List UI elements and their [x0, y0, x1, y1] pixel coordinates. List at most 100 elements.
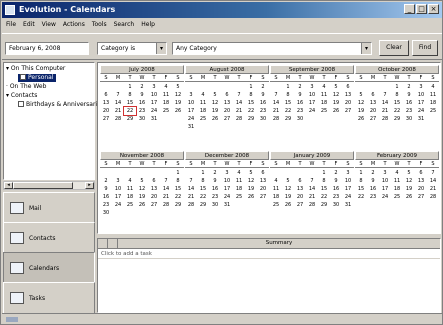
day-cell[interactable]: 22 [318, 193, 330, 201]
day-cell[interactable]: 24 [415, 107, 427, 115]
day-cell[interactable]: 11 [160, 91, 172, 99]
day-cell[interactable]: 20 [367, 107, 379, 115]
day-cell[interactable]: 13 [148, 185, 160, 193]
day-cell[interactable]: 14 [306, 185, 318, 193]
day-cell[interactable]: 20 [100, 107, 112, 115]
day-cell[interactable]: 8 [355, 177, 367, 185]
day-cell[interactable]: 29 [318, 201, 330, 209]
scroll-right-icon[interactable]: ▸ [85, 182, 94, 189]
day-cell[interactable]: 6 [367, 91, 379, 99]
day-cell[interactable]: 2 [330, 169, 342, 177]
day-cell[interactable]: 30 [330, 201, 342, 209]
day-cell[interactable]: 5 [136, 177, 148, 185]
day-cell[interactable]: 26 [282, 201, 294, 209]
day-cell[interactable]: 19 [282, 193, 294, 201]
day-cell[interactable]: 29 [124, 115, 136, 123]
day-cell[interactable]: 8 [245, 91, 257, 99]
day-cell[interactable]: 4 [160, 83, 172, 91]
task-column-summary[interactable]: Summary [118, 239, 440, 248]
day-cell[interactable]: 12 [136, 185, 148, 193]
day-cell[interactable]: 21 [160, 193, 172, 201]
day-cell[interactable]: 8 [282, 91, 294, 99]
day-cell[interactable]: 25 [233, 193, 245, 201]
day-cell[interactable]: 24 [112, 201, 124, 209]
day-cell[interactable]: 3 [342, 169, 354, 177]
day-cell[interactable]: 17 [112, 193, 124, 201]
day-cell[interactable]: 3 [221, 169, 233, 177]
day-cell[interactable]: 23 [209, 193, 221, 201]
day-cell[interactable]: 1 [355, 169, 367, 177]
day-cell[interactable]: 8 [318, 177, 330, 185]
day-cell[interactable]: 16 [257, 99, 269, 107]
day-cell[interactable]: 4 [233, 169, 245, 177]
day-cell[interactable]: 6 [100, 91, 112, 99]
day-cell[interactable]: 3 [379, 169, 391, 177]
day-cell[interactable]: 9 [330, 177, 342, 185]
day-cell[interactable]: 26 [136, 201, 148, 209]
day-cell[interactable]: 30 [403, 115, 415, 123]
day-cell[interactable]: 7 [427, 169, 439, 177]
day-cell[interactable]: 9 [136, 91, 148, 99]
day-cell[interactable]: 14 [233, 99, 245, 107]
day-cell[interactable]: 16 [100, 193, 112, 201]
minimize-button[interactable]: _ [404, 4, 415, 14]
day-cell[interactable]: 6 [257, 169, 269, 177]
clear-button[interactable]: Clear [379, 40, 409, 56]
day-cell[interactable]: 30 [136, 115, 148, 123]
day-cell[interactable]: 15 [282, 99, 294, 107]
day-cell[interactable]: 29 [197, 201, 209, 209]
day-cell[interactable]: 20 [342, 99, 354, 107]
day-cell[interactable]: 19 [330, 99, 342, 107]
day-cell[interactable]: 19 [136, 193, 148, 201]
menu-search[interactable]: Search [114, 19, 135, 30]
menu-edit[interactable]: Edit [23, 19, 35, 30]
day-cell[interactable]: 25 [270, 201, 282, 209]
day-cell[interactable]: 16 [209, 185, 221, 193]
day-cell[interactable]: 1 [318, 169, 330, 177]
day-cell[interactable]: 23 [100, 201, 112, 209]
day-cell[interactable]: 6 [294, 177, 306, 185]
day-cell[interactable]: 8 [391, 91, 403, 99]
day-cell[interactable]: 26 [330, 107, 342, 115]
day-cell[interactable]: 2 [367, 169, 379, 177]
day-cell[interactable]: 10 [112, 185, 124, 193]
day-cell[interactable]: 29 [245, 115, 257, 123]
day-cell[interactable]: 14 [185, 185, 197, 193]
day-cell[interactable]: 25 [124, 201, 136, 209]
day-cell[interactable]: 26 [403, 193, 415, 201]
day-cell[interactable]: 27 [294, 201, 306, 209]
day-cell[interactable]: 6 [148, 177, 160, 185]
day-cell[interactable]: 10 [306, 91, 318, 99]
day-cell[interactable]: 7 [112, 91, 124, 99]
day-cell[interactable]: 11 [270, 185, 282, 193]
day-cell[interactable]: 7 [306, 177, 318, 185]
day-cell[interactable]: 15 [172, 185, 184, 193]
menu-file[interactable]: File [6, 19, 16, 30]
day-cell[interactable]: 29 [391, 115, 403, 123]
day-cell[interactable]: 16 [294, 99, 306, 107]
nav-mail-button[interactable]: Mail [3, 192, 95, 224]
day-cell[interactable]: 15 [124, 99, 136, 107]
day-cell[interactable]: 8 [172, 177, 184, 185]
day-cell[interactable]: 17 [415, 99, 427, 107]
day-cell[interactable]: 10 [379, 177, 391, 185]
day-cell[interactable]: 26 [245, 193, 257, 201]
menu-view[interactable]: View [42, 19, 56, 30]
category-select[interactable]: Category is ▾ [97, 42, 167, 55]
day-cell[interactable]: 25 [197, 115, 209, 123]
day-cell[interactable]: 21 [427, 185, 439, 193]
day-cell[interactable]: 21 [270, 107, 282, 115]
day-cell[interactable]: 12 [282, 185, 294, 193]
day-cell[interactable]: 22 [355, 193, 367, 201]
day-cell[interactable]: 11 [124, 185, 136, 193]
day-cell[interactable]: 3 [306, 83, 318, 91]
day-cell[interactable]: 16 [330, 185, 342, 193]
day-cell[interactable]: 22 [123, 106, 137, 116]
day-cell[interactable]: 14 [379, 99, 391, 107]
day-cell[interactable]: 30 [294, 115, 306, 123]
menu-help[interactable]: Help [141, 19, 155, 30]
day-cell[interactable]: 11 [427, 91, 439, 99]
day-cell[interactable]: 5 [245, 169, 257, 177]
find-button[interactable]: Find [412, 40, 438, 56]
day-cell[interactable]: 2 [294, 83, 306, 91]
